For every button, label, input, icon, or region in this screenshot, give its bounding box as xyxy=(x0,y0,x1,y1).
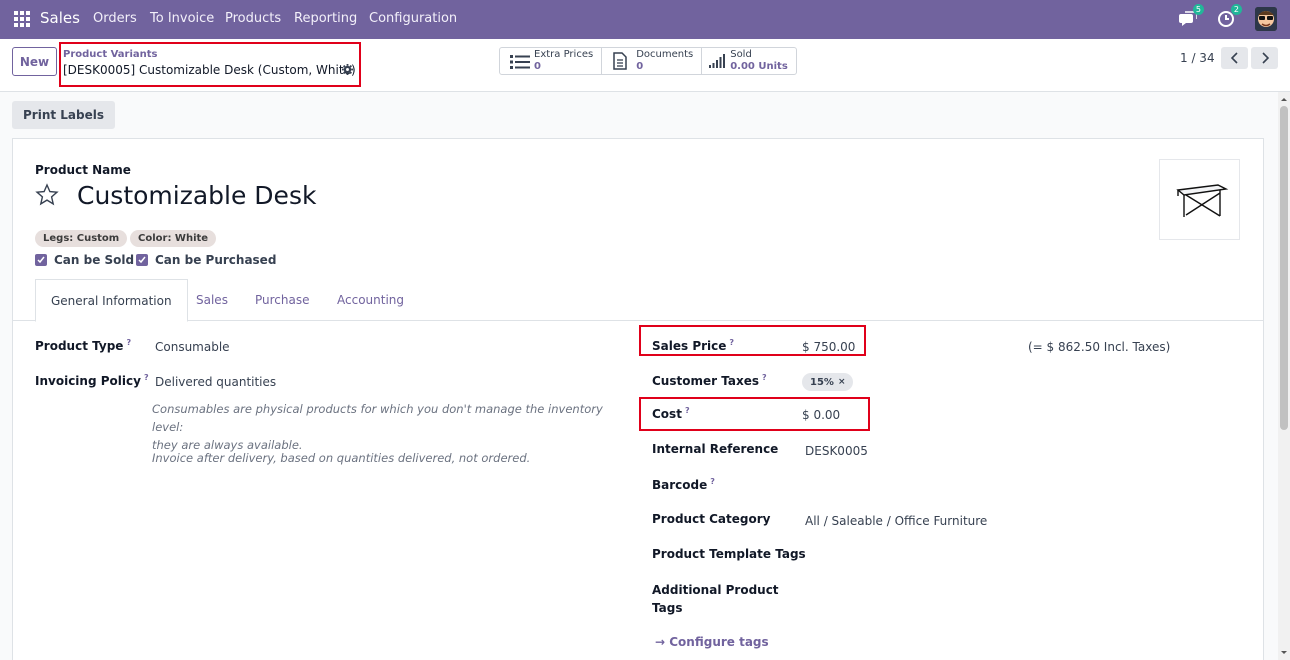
product-type-field[interactable]: Consumable xyxy=(155,340,230,354)
customer-taxes-label: Customer Taxes? xyxy=(652,373,767,388)
variant-tag-legs: Legs: Custom xyxy=(35,230,128,247)
sales-price-field[interactable]: $ 750.00 xyxy=(802,340,855,354)
tab-accounting[interactable]: Accounting xyxy=(337,293,404,307)
additional-tags-line-2: Tags xyxy=(652,601,683,615)
sold-button[interactable]: Sold 0.00 Units xyxy=(702,48,796,74)
extra-prices-value: 0 xyxy=(534,61,541,72)
can-be-purchased-checkbox[interactable]: Can be Purchased xyxy=(136,253,276,267)
product-name-label: Product Name xyxy=(35,163,131,177)
user-avatar[interactable] xyxy=(1255,7,1277,31)
can-be-sold-label: Can be Sold xyxy=(54,253,135,267)
customer-tax-label: 15% xyxy=(810,376,834,388)
price-incl-taxes: (= $ 862.50 Incl. Taxes) xyxy=(1028,340,1171,354)
breadcrumb-current-record: [DESK0005] Customizable Desk (Custom, Wh… xyxy=(63,63,356,77)
control-panel: New Product Variants [DESK0005] Customiz… xyxy=(0,39,1290,92)
top-navbar: Sales Orders To Invoice Products Reporti… xyxy=(0,0,1290,39)
gear-icon[interactable] xyxy=(342,64,353,75)
help-icon[interactable]: ? xyxy=(710,477,715,486)
activities-icon[interactable]: 2 xyxy=(1217,4,1242,30)
activities-badge: 2 xyxy=(1230,4,1242,15)
menu-configuration[interactable]: Configuration xyxy=(369,11,457,26)
invoicing-policy-label: Invoicing Policy? xyxy=(35,373,149,388)
product-template-tags-label: Product Template Tags xyxy=(652,547,806,561)
help-icon[interactable]: ? xyxy=(729,338,734,347)
sold-label: Sold xyxy=(730,49,752,60)
invoicing-policy-field[interactable]: Delivered quantities xyxy=(155,375,276,389)
close-icon[interactable]: × xyxy=(838,377,846,387)
variant-tag-color: Color: White xyxy=(130,230,217,247)
pager-next-button[interactable] xyxy=(1251,47,1278,69)
menu-orders[interactable]: Orders xyxy=(93,11,137,26)
document-icon xyxy=(613,52,627,70)
messages-badge: 5 xyxy=(1192,4,1204,15)
can-be-purchased-label: Can be Purchased xyxy=(155,253,277,267)
help-icon[interactable]: ? xyxy=(126,338,131,347)
chevron-left-icon xyxy=(1230,52,1238,64)
form-view: Print Labels Product Name Customizable D… xyxy=(0,92,1278,660)
product-category-field[interactable]: All / Saleable / Office Furniture xyxy=(805,514,987,528)
documents-button[interactable]: Documents 0 xyxy=(602,48,703,74)
bar-chart-icon xyxy=(709,54,726,68)
list-icon xyxy=(510,55,530,69)
product-type-label: Product Type? xyxy=(35,338,132,353)
messages-icon[interactable]: 5 xyxy=(1179,4,1204,30)
configure-tags-label: Configure tags xyxy=(669,635,769,649)
scroll-down-icon[interactable] xyxy=(1278,648,1290,658)
new-button[interactable]: New xyxy=(12,47,57,76)
scrollbar-thumb[interactable] xyxy=(1280,106,1288,430)
sales-price-label: Sales Price? xyxy=(652,338,735,353)
breadcrumb: Product Variants [DESK0005] Customizable… xyxy=(59,42,361,87)
documents-label: Documents xyxy=(636,49,694,60)
tab-sales[interactable]: Sales xyxy=(196,293,228,307)
arrow-right-icon: → xyxy=(655,635,670,649)
additional-product-tags-label: Additional Product Tags xyxy=(652,581,779,617)
barcode-label: Barcode? xyxy=(652,477,715,492)
menu-reporting[interactable]: Reporting xyxy=(294,11,357,26)
internal-reference-field[interactable]: DESK0005 xyxy=(805,444,868,458)
barcode-field[interactable] xyxy=(805,479,1105,495)
extra-prices-label: Extra Prices xyxy=(534,49,594,60)
tab-general-information[interactable]: General Information xyxy=(35,279,188,322)
help-icon[interactable]: ? xyxy=(685,406,690,415)
product-category-label: Product Category xyxy=(652,512,771,526)
help-text-line-1: Consumables are physical products for wh… xyxy=(152,402,603,434)
customer-tax-tag[interactable]: 15% × xyxy=(802,373,854,391)
documents-value: 0 xyxy=(636,61,644,72)
pager-previous-button[interactable] xyxy=(1221,47,1248,69)
check-icon xyxy=(136,254,148,266)
configure-tags-link[interactable]: → Configure tags xyxy=(655,635,769,649)
form-sheet: Product Name Customizable Desk Legs: Cus… xyxy=(12,138,1264,660)
notebook-tabs: General Information Sales Purchase Accou… xyxy=(13,279,1263,322)
product-type-help: Consumables are physical products for wh… xyxy=(152,400,622,454)
chevron-right-icon xyxy=(1261,52,1269,64)
print-labels-button[interactable]: Print Labels xyxy=(12,101,116,129)
star-icon[interactable] xyxy=(35,183,59,207)
pager-value[interactable]: 1 / 34 xyxy=(1180,51,1215,65)
internal-reference-label: Internal Reference xyxy=(652,442,779,456)
scrollbar[interactable] xyxy=(1278,92,1290,660)
product-image[interactable] xyxy=(1159,159,1240,240)
sold-value: 0.00 Units xyxy=(730,61,788,72)
desk-image xyxy=(1176,184,1229,217)
menu-products[interactable]: Products xyxy=(225,11,281,26)
additional-tags-line-1: Additional Product xyxy=(652,583,779,597)
apps-menu-icon[interactable] xyxy=(14,11,30,27)
smart-buttons: Extra Prices 0 Documents 0 Sold 0.00 Uni… xyxy=(499,47,797,75)
tab-purchase[interactable]: Purchase xyxy=(255,293,310,307)
app-name[interactable]: Sales xyxy=(40,9,80,27)
help-icon[interactable]: ? xyxy=(144,373,149,382)
breadcrumb-product-variants[interactable]: Product Variants xyxy=(63,49,158,60)
cost-field[interactable]: $ 0.00 xyxy=(802,408,840,422)
scroll-up-icon[interactable] xyxy=(1278,94,1290,104)
extra-prices-button[interactable]: Extra Prices 0 xyxy=(500,48,603,74)
check-icon xyxy=(35,254,47,266)
invoicing-policy-help: Invoice after delivery, based on quantit… xyxy=(152,451,531,465)
can-be-sold-checkbox[interactable]: Can be Sold xyxy=(35,253,134,267)
menu-to-invoice[interactable]: To Invoice xyxy=(150,11,214,26)
product-name-field[interactable]: Customizable Desk xyxy=(77,181,316,210)
help-icon[interactable]: ? xyxy=(762,373,767,382)
cost-label: Cost? xyxy=(652,406,690,421)
